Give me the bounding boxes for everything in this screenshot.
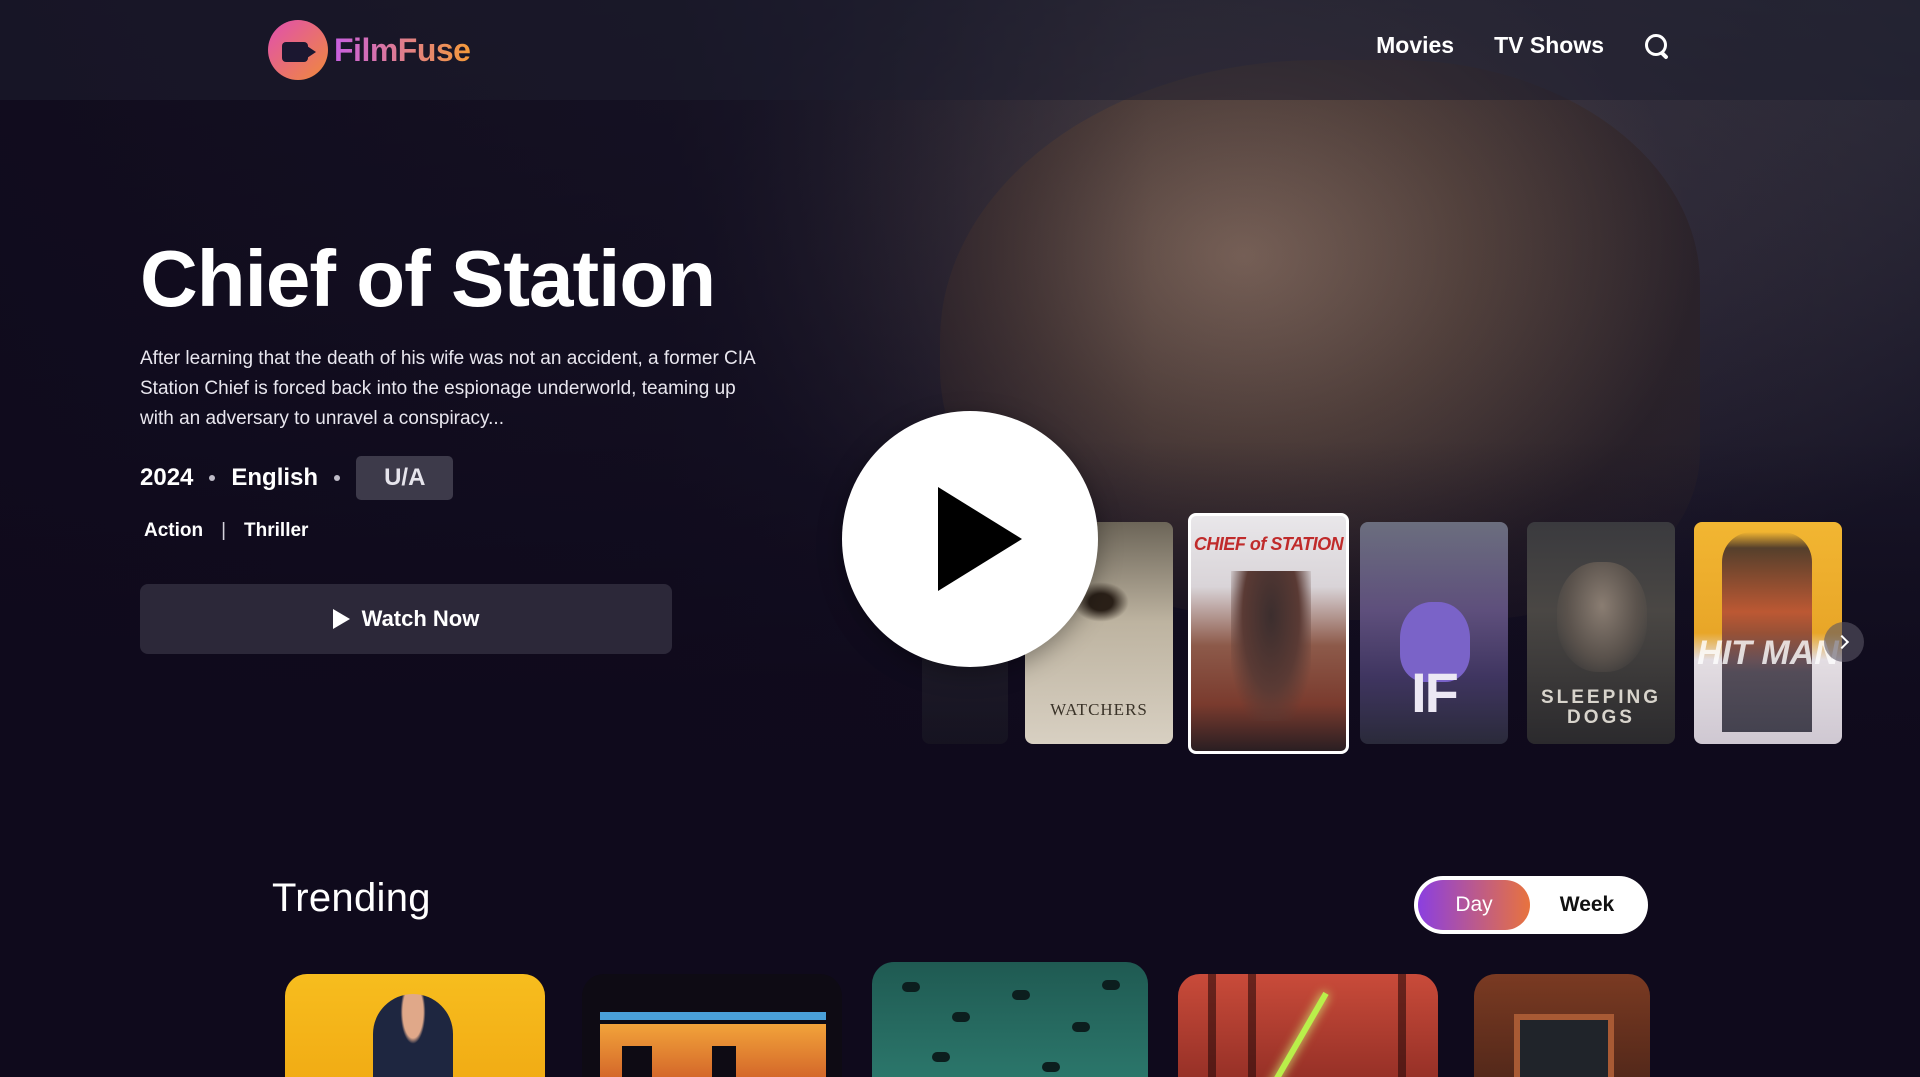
poster-title: CHIEF of STATION: [1193, 534, 1344, 554]
poster-art: [1722, 532, 1812, 732]
movie-meta: 2024 English U/A: [140, 456, 780, 500]
poster-art: [1557, 562, 1647, 672]
language: English: [231, 464, 319, 491]
poster-title: WATCHERS: [1050, 700, 1148, 719]
watch-now-label: Watch Now: [361, 606, 480, 631]
movie-title: Chief of Station: [140, 234, 716, 323]
poster-art: [1042, 1062, 1060, 1072]
poster-title: SLEEPING DOGS: [1540, 687, 1662, 728]
genre-tag: Thriller: [244, 520, 309, 541]
nav-link-movies[interactable]: Movies: [1376, 32, 1454, 59]
poster-art: [712, 1046, 736, 1077]
carousel-next-button[interactable]: [1824, 622, 1864, 662]
movie-overview: After learning that the death of his wif…: [140, 348, 755, 429]
nav-link-tv-shows[interactable]: TV Shows: [1494, 32, 1604, 59]
carousel-poster-if[interactable]: IF: [1360, 522, 1508, 744]
trending-card[interactable]: [582, 974, 842, 1077]
logo-text: FilmFuse: [334, 31, 471, 68]
trending-card[interactable]: [1178, 974, 1438, 1077]
logo[interactable]: FilmFuse: [268, 20, 471, 80]
certification-badge: U/A: [356, 456, 454, 500]
poster-title: IF: [1411, 661, 1459, 724]
poster-title: HIT MAN: [1697, 634, 1839, 672]
poster-art: [373, 994, 453, 1077]
trending-card[interactable]: [1474, 974, 1650, 1077]
toggle-week[interactable]: Week: [1530, 880, 1644, 930]
search-icon[interactable]: [1644, 33, 1670, 59]
genre-separator: |: [221, 520, 227, 541]
poster-art: [1102, 980, 1120, 990]
poster-art: [932, 1052, 950, 1062]
poster-art: [1012, 990, 1030, 1000]
film-camera-icon: [268, 20, 328, 80]
hero-details: Chief of Station After learning that the…: [140, 232, 780, 654]
poster-art: [622, 1046, 652, 1077]
release-year: 2024: [140, 464, 194, 491]
chevron-right-icon: [1834, 634, 1850, 650]
main-nav: Movies TV Shows: [1376, 32, 1670, 59]
top-nav-bar: FilmFuse Movies TV Shows: [0, 0, 1920, 100]
poster-art: [1514, 1014, 1614, 1077]
poster-art: [952, 1012, 970, 1022]
poster-art: [1072, 1022, 1090, 1032]
meta-separator-dot: [334, 475, 341, 481]
poster-art: [600, 1012, 826, 1020]
play-icon: [938, 487, 1022, 591]
meta-separator-dot: [209, 475, 216, 481]
poster-art: [1208, 974, 1216, 1077]
play-trailer-button[interactable]: [842, 411, 1098, 667]
carousel-poster-chief-of-station[interactable]: CHIEF of STATION: [1188, 513, 1349, 754]
watch-now-button[interactable]: Watch Now: [140, 584, 672, 654]
genre-list: Action | Thriller: [140, 520, 780, 542]
trending-card[interactable]: [872, 962, 1148, 1077]
genre-tag: Action: [144, 520, 204, 541]
trending-heading: Trending: [272, 876, 431, 920]
trending-period-toggle: Day Week: [1414, 876, 1648, 934]
poster-art: [902, 982, 920, 992]
trending-card[interactable]: [285, 974, 545, 1077]
play-icon: [332, 609, 350, 629]
toggle-day[interactable]: Day: [1418, 880, 1530, 930]
poster-art: [1248, 974, 1256, 1077]
poster-art: [1398, 974, 1406, 1077]
poster-art: [1253, 991, 1329, 1077]
poster-art: [1231, 571, 1311, 721]
carousel-poster-sleeping-dogs[interactable]: SLEEPING DOGS: [1527, 522, 1675, 744]
carousel-poster-hit-man[interactable]: HIT MAN: [1694, 522, 1842, 744]
